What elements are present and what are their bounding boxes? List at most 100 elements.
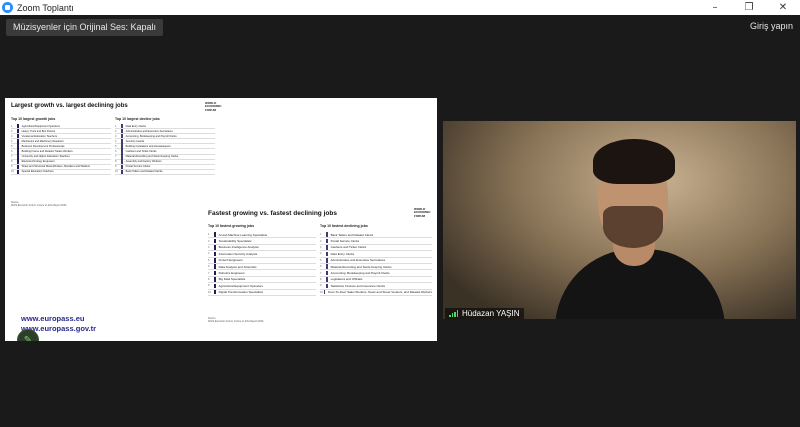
list-item-label: Bank Tellers and Related Clerks [125,170,163,174]
list-item-label: Administrative and Executive Secretaries [125,129,173,133]
list-item-label: Material-Recording and Stock-Keeping Cle… [125,155,179,159]
list-item-bar [326,264,328,269]
original-audio-button[interactable]: Müzisyenler için Orijinal Ses: Kapalı [6,19,164,36]
list-item-bar [214,251,216,257]
list-item-label: Information Security Analysts [218,251,258,256]
list-item-label: Administrative and Executive Secretaries [330,258,386,263]
wef-logo: WORLD ECONOMIC FORUM [205,101,222,112]
list-item-label: Assembly and Factory Workers [125,160,162,164]
list-item-bar [214,245,216,250]
list-item-label: Vocational Education Teachers [21,134,58,138]
list-item-bar [121,159,123,164]
list-item-label: Data Entry Clerks [330,251,355,256]
list-item-bar [121,169,123,175]
growth-list: 1 Agricultural Equipment Operators 2 Heavy … [11,123,111,175]
list-item: 10 Digital Transformation Specialists [208,289,316,296]
slide-source: Source World Economic Forum, Future of J… [208,317,265,323]
list-item-bar [326,238,328,244]
window-controls: – ❐ ✕ [698,0,800,15]
left-column-heading: Top 10 largest growth jobs [11,117,56,121]
window-titlebar: Zoom Toplantı – ❐ ✕ [0,0,800,15]
left-column-heading: Top 10 fastest growing jobs [208,224,255,228]
participant-hair [593,139,675,184]
list-item-bar [121,164,123,170]
window-title: Zoom Toplantı [17,2,74,13]
participant-nameplate: Hüdazan YAŞIN [445,308,524,319]
list-item-label: AI and Machine Learning Specialists [218,232,268,237]
list-item-label: Heavy Truck and Bus Drivers [21,129,56,133]
list-item-bar [214,289,216,295]
list-item: 10 Bank Tellers and Related Clerks [115,169,215,175]
wef-logo: WORLD ECONOMIC FORUM [414,207,431,218]
list-item-bar [121,123,123,129]
fastest-growing-list: 1 AI and Machine Learning Specialists 2 Sus… [208,232,316,296]
slide-largest-growth: Largest growth vs. largest declining job… [5,98,227,210]
signal-strength-icon [449,310,458,317]
zoom-app-icon [2,2,13,13]
slide-fastest-growing: Fastest growing vs. fastest declining jo… [202,206,437,341]
list-item-label: Legislators and Officials [330,277,363,282]
list-item-label: Statistical, Finance and Insurance Clerk… [330,283,385,288]
list-item-label: Digital Transformation Specialists [218,290,263,295]
list-item-bar [326,251,328,257]
list-item-bar [326,270,328,276]
list-item-label: Building Caretakers and Housekeepers [125,144,171,148]
list-item-label: Sheet and Structural Metal Workers, Moul… [21,165,90,169]
list-item-bar [17,128,19,134]
list-item-bar [17,149,19,154]
list-item-label: Agricultural Equipment Operators [21,124,60,128]
europass-link[interactable]: www.europass.eu [21,314,96,324]
list-item-label: Robotics Engineers [218,271,245,276]
list-item-label: Material-Recording and Stock-Keeping Cle… [330,264,392,269]
slide-source: Source World Economic Forum, Future of J… [11,201,68,207]
list-item-label: Accounting, Bookkeeping and Payroll Cler… [330,271,390,276]
list-item-bar [214,264,216,269]
list-item-bar [121,128,123,134]
slide-title: Largest growth vs. largest declining job… [11,103,128,109]
list-item-label: Postal Service Clerks [330,239,360,244]
fastest-declining-list: 1 Bank Tellers and Related Clerks 2 Postal … [320,232,432,296]
list-item-label: Cashiers and Ticket Clerks [125,150,157,154]
list-item: 10 Special Education Teachers [11,169,111,175]
list-item-bar [17,169,19,175]
list-item-label: Fintech Engineers [218,258,243,263]
list-item-bar [214,238,216,244]
list-item-label: Business Development Professionals [21,144,65,148]
list-item-bar [121,133,123,139]
signin-link[interactable]: Giriş yapın [750,21,793,31]
list-item-bar [326,258,328,263]
list-item-label: Electrotechnology Engineers [21,160,55,164]
list-item-label: Sustainability Specialists [218,239,252,244]
list-item: 10 Door-To-Door Sales Workers, News and S… [320,289,432,296]
list-item-bar [121,149,123,154]
list-item-label: Agricultural Equipment Operators [218,283,263,288]
list-item-bar [17,159,19,164]
list-item-label: Big Data Specialists [218,277,246,282]
list-item-bar [17,133,19,139]
participant-name: Hüdazan YAŞIN [462,309,520,318]
close-button[interactable]: ✕ [766,0,800,15]
list-item-bar [17,154,19,159]
list-item-bar [121,154,123,159]
list-item-label: Data Analysts and Scientists [218,264,257,269]
participant-video[interactable]: Hüdazan YAŞIN [443,121,796,319]
list-item-bar [17,139,19,144]
list-item-bar [214,270,216,276]
list-item-label: University and Higher Education Teachers [21,155,70,159]
list-item-bar [214,277,216,282]
list-item-label: Door-To-Door Sales Workers, News and Str… [328,290,432,295]
shared-screen: Largest growth vs. largest declining job… [5,98,437,341]
list-item-bar [324,289,326,295]
list-item-bar [17,164,19,170]
list-item-label: Bank Tellers and Related Clerks [330,232,374,237]
participant-beard [603,206,663,248]
list-item-bar [17,123,19,129]
list-item-label: Cashiers and Ticket Clerks [330,245,367,250]
list-item-label: Data Entry Clerks [125,124,146,128]
list-item-label: Postal Service Clerks [125,165,151,169]
list-item-bar [17,144,19,149]
minimize-button[interactable]: – [698,0,732,15]
slide-title: Fastest growing vs. fastest declining jo… [208,210,337,217]
decline-list: 1 Data Entry Clerks 2 Administrative and Ex… [115,123,215,175]
maximize-button[interactable]: ❐ [732,0,766,15]
